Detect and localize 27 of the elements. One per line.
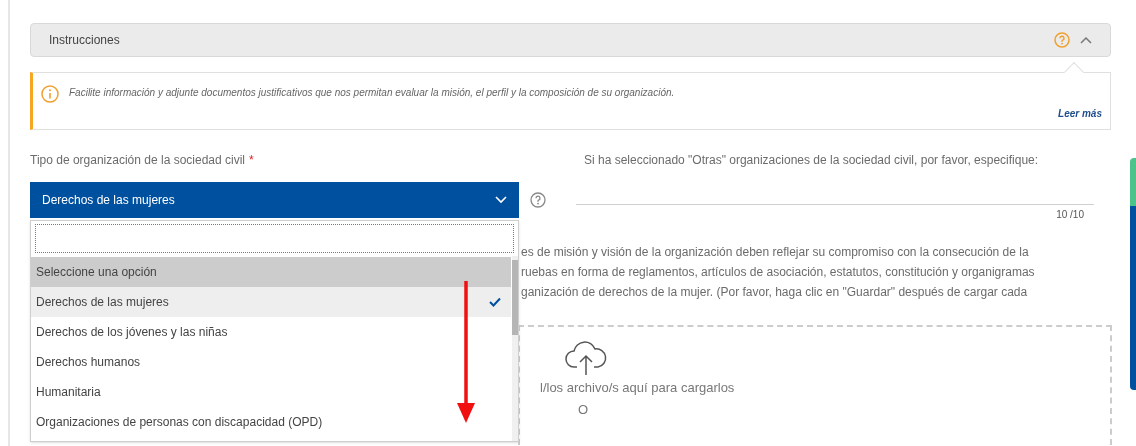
organization-type-select[interactable]: Derechos de las mujeres (30, 182, 519, 218)
description-text: ganización de derechos de la mujer. (Por favor, haga clic en "Guardar" después de cargar cada (521, 284, 1029, 301)
help-icon[interactable] (530, 192, 546, 208)
search-input[interactable] (35, 224, 514, 253)
check-icon (489, 297, 501, 307)
side-tab[interactable] (1130, 158, 1136, 206)
note-text: Facilite información y adjunte documentos justificativos que nos permitan evaluar la misión, el perfil y la composición de su organización. (69, 86, 676, 100)
instructions-bar[interactable]: Instrucciones (30, 23, 1111, 57)
cloud-upload-icon (564, 341, 608, 375)
info-icon (41, 85, 59, 103)
dropdown-option[interactable]: Seleccione una opción (31, 257, 511, 287)
description-text: ruebas en forma de reglamentos, artículos de asociación, estatutos, constitución y organigramas (521, 264, 1036, 281)
field-label: Si ha seleccionado "Otras" organizaciones de la sociedad civil, por favor, especifique: (584, 152, 1039, 169)
required-mark: * (249, 152, 254, 169)
description-text: es de misión y visión de la organización deben reflejar su compromiso con la consecución de la (521, 244, 1030, 261)
dropdown-option[interactable]: Derechos de las mujeres (31, 287, 511, 317)
read-more-link[interactable]: Leer más (1058, 106, 1102, 121)
chevron-down-icon (495, 196, 507, 204)
scrollbar-thumb[interactable] (512, 260, 518, 335)
upload-hint: l/los archivo/s aquí para cargarlos (540, 379, 735, 397)
or-text: O (578, 400, 589, 419)
chevron-up-icon[interactable] (1080, 36, 1092, 44)
help-icon[interactable] (1054, 32, 1070, 48)
character-counter: 10 /10 (1056, 208, 1084, 222)
field-label: Tipo de organización de la sociedad civil (30, 152, 245, 169)
instructions-title: Instrucciones (49, 32, 120, 49)
side-panel-tab[interactable] (1130, 206, 1136, 390)
